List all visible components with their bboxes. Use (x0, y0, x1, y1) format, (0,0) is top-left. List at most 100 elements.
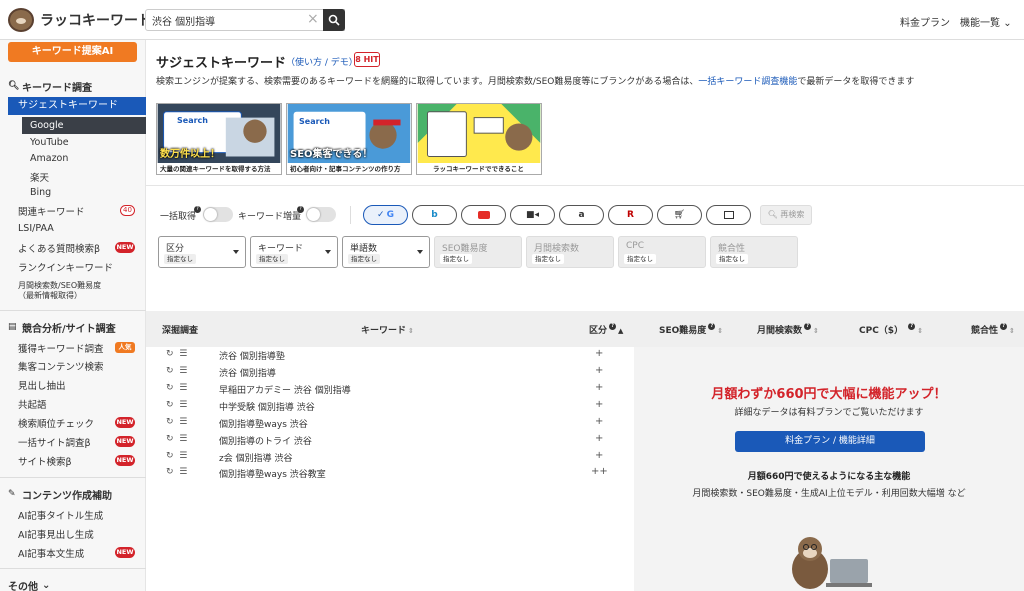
sidebar-item-bulk-site[interactable]: 一括サイト調査β (18, 435, 91, 449)
keyword-cell[interactable]: 個別指導塾ways 渋谷教室 (219, 467, 326, 480)
logo[interactable]: ラッコキーワード (8, 8, 152, 32)
sort-icon: ⇕ (717, 327, 724, 335)
sidebar-item-google[interactable]: Google (22, 117, 146, 134)
filter-volume: 月間検索数 指定なし (526, 236, 614, 268)
sort-icon: ⇕ (408, 327, 414, 335)
sidebar-item-site-search[interactable]: サイト検索β (18, 454, 72, 468)
banner-bulk-keywords[interactable]: Search 数万件以上！ 大量の関連キーワードを取得する方法 (156, 103, 282, 175)
keyword-ai-button[interactable]: キーワード提案AI (8, 42, 137, 62)
col-cpc[interactable]: CPC（$） ?⇕ (859, 323, 923, 336)
search-icon (328, 14, 340, 26)
keyword-cell[interactable]: 個別指導のトライ 渋谷 (219, 434, 312, 447)
keyword-cell[interactable]: 早稲田アカデミー 渋谷 個別指導 (219, 383, 351, 396)
chevron-down-icon: ⌄ (42, 580, 51, 591)
sidebar-item-lsi[interactable]: LSI/PAA (18, 223, 54, 234)
sidebar-item-youtube[interactable]: YouTube (30, 137, 69, 148)
help-icon[interactable]: ? (194, 206, 201, 213)
keyword-cell[interactable]: z会 個別指導 渋谷 (219, 451, 292, 464)
amazon-icon: a (578, 210, 585, 220)
sidebar-item-rank-check[interactable]: 検索順位チェック (18, 416, 94, 430)
pricing-link[interactable]: 料金プラン (900, 14, 950, 29)
increase-toggle[interactable] (306, 207, 336, 222)
help-icon[interactable]: ? (297, 206, 304, 213)
row-actions[interactable]: ↻ ☰ (166, 451, 187, 461)
sidebar-item-amazon[interactable]: Amazon (30, 153, 68, 164)
upgrade-subtitle: 詳細なデータは有料プランでご覧いただけます (734, 408, 924, 418)
keyword-cell[interactable]: 渋谷 個別指導 (219, 366, 276, 379)
sort-icon: ⇕ (813, 327, 819, 335)
description: 検索エンジンが提案する、検索需要のあるキーワードを網羅的に取得しています。月間検… (156, 74, 914, 87)
source-image-button[interactable] (706, 205, 751, 225)
sidebar-item-ai-heading[interactable]: AI記事見出し生成 (18, 527, 94, 541)
col-label: SEO難易度 (659, 326, 707, 336)
cart-icon: 🛒︎ (673, 210, 686, 220)
keyword-cell[interactable]: 渋谷 個別指導塾 (219, 349, 285, 362)
upgrade-title: 月額わずか660円で大幅に機能アップ！ (711, 387, 947, 402)
related-count-badge: 40 (120, 205, 135, 216)
features-menu[interactable]: 機能一覧 ⌄ (960, 14, 1012, 29)
clear-icon[interactable]: × (307, 11, 319, 27)
sidebar-item-related[interactable]: 関連キーワード (18, 204, 85, 218)
source-rakuten-button[interactable]: R (608, 205, 653, 225)
col-competition[interactable]: 競合性 ?⇕ (971, 323, 1015, 336)
keyword-cell[interactable]: 中学受験 個別指導 渋谷 (219, 400, 315, 413)
sidebar-item-rakuten[interactable]: 楽天 (30, 170, 49, 184)
filter-label: 単語数 (350, 244, 378, 254)
source-google-button[interactable]: ✓ G (363, 205, 408, 225)
sidebar-item-ai-body[interactable]: AI記事本文生成 (18, 546, 84, 560)
col-seo[interactable]: SEO難易度 ?⇕ (659, 323, 723, 336)
filter-value: 指定なし (440, 254, 472, 264)
desc-text-end: で最新データを取得できます (797, 77, 915, 87)
col-category[interactable]: 区分 ?▲ (589, 323, 623, 336)
filter-value: 指定なし (348, 254, 380, 264)
banner-search-label: Search (177, 116, 208, 125)
filter-label: 月間検索数 (534, 244, 580, 254)
sidebar-item-rankin[interactable]: ランクインキーワード (18, 260, 113, 274)
sidebar-item-headings[interactable]: 見出し抽出 (18, 378, 66, 392)
filter-category[interactable]: 区分 指定なし (158, 236, 246, 268)
howto-link[interactable]: （使い方 / デモ） (286, 55, 358, 68)
source-shopping-button[interactable]: 🛒︎ (657, 205, 702, 225)
sidebar-item-attract[interactable]: 集客コンテンツ検索 (18, 359, 104, 373)
sidebar-item-ai-title[interactable]: AI記事タイトル生成 (18, 508, 103, 522)
banner-strip: ラッコキーワードでできること (417, 163, 541, 174)
source-video-button[interactable]: ■◂ (510, 205, 555, 225)
col-volume[interactable]: 月間検索数 ?⇕ (757, 323, 819, 336)
new-badge: NEW (115, 242, 135, 253)
row-actions[interactable]: ↻ ☰ (166, 434, 187, 444)
banner-seo-content[interactable]: Search SEO集客できる！ 初心者向け・記事コンテンツの作り方 (286, 103, 412, 175)
filter-keyword[interactable]: キーワード 指定なし (250, 236, 338, 268)
sidebar-item-volume-sub: （最新情報取得） (18, 291, 82, 300)
sidebar-item-cooccur[interactable]: 共起語 (18, 397, 47, 411)
row-actions[interactable]: ↻ ☰ (166, 467, 187, 477)
bulk-fetch-toggle[interactable] (203, 207, 233, 222)
row-actions[interactable]: ↻ ☰ (166, 366, 187, 376)
keyword-cell[interactable]: 個別指導塾ways 渋谷 (219, 417, 308, 430)
bulk-research-link[interactable]: 一括キーワード調査機能 (698, 77, 797, 87)
help-icon: ? (708, 323, 716, 330)
row-actions[interactable]: ↻ ☰ (166, 417, 187, 427)
increase-label: キーワード増量 (238, 212, 302, 222)
sidebar-item-acquired[interactable]: 獲得キーワード調査 (18, 341, 104, 355)
banner-what-you-can-do[interactable]: ラッコキーワードでできること (416, 103, 542, 175)
col-keyword[interactable]: キーワード ⇕ (361, 323, 414, 336)
section-other[interactable]: その他 ⌄ (8, 578, 50, 591)
pricing-details-button[interactable]: 料金プラン / 機能詳細 (735, 431, 925, 452)
help-icon: ? (804, 323, 812, 330)
row-actions[interactable]: ↻ ☰ (166, 400, 187, 410)
bing-icon: b (431, 210, 438, 220)
upgrade-panel: 月額わずか660円で大幅に機能アップ！ 詳細なデータは有料プランでご覧いただけま… (634, 347, 1024, 591)
row-actions[interactable]: ↻ ☰ (166, 349, 187, 359)
source-amazon-button[interactable]: a (559, 205, 604, 225)
source-bing-button[interactable]: b (412, 205, 457, 225)
row-actions[interactable]: ↻ ☰ (166, 383, 187, 393)
category-cell: + (595, 416, 604, 427)
filter-word-count[interactable]: 単語数 指定なし (342, 236, 430, 268)
sidebar-item-suggest[interactable]: サジェストキーワード (8, 97, 146, 115)
sidebar-item-bing[interactable]: Bing (30, 187, 51, 198)
source-youtube-button[interactable] (461, 205, 506, 225)
research-button[interactable]: 🔍︎ 再検索 (760, 205, 812, 225)
filter-seo: SEO難易度 指定なし (434, 236, 522, 268)
search-button[interactable] (323, 9, 345, 31)
sidebar-item-faq[interactable]: よくある質問検索β (18, 241, 100, 255)
